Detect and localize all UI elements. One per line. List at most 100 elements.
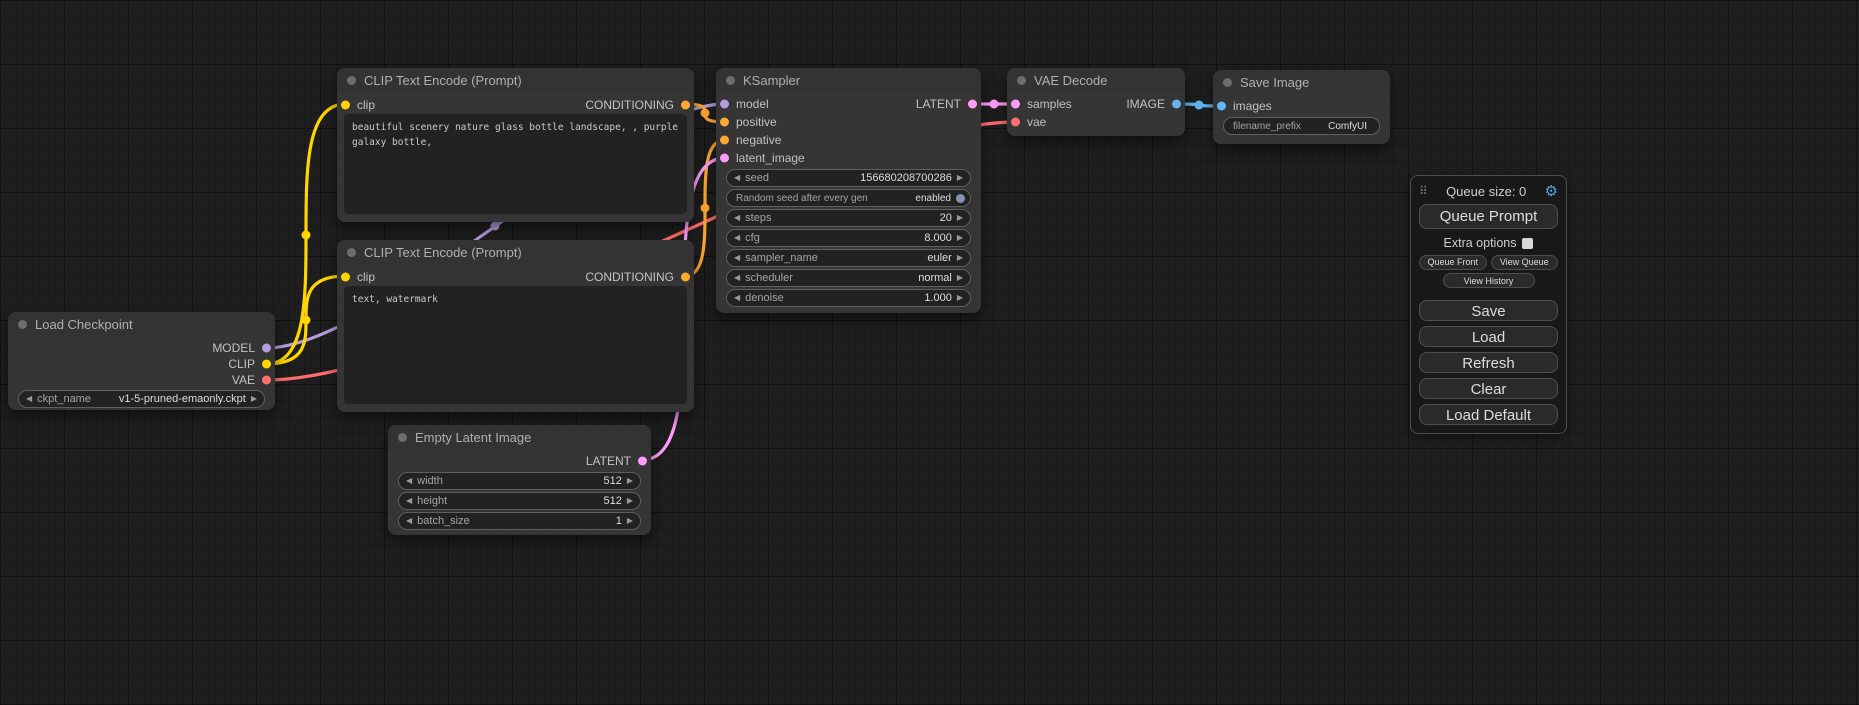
node-title-bar[interactable]: CLIP Text Encode (Prompt) <box>337 68 694 92</box>
clear-button[interactable]: Clear <box>1419 378 1558 399</box>
view-queue-button[interactable]: View Queue <box>1491 255 1559 270</box>
input-slot-clip[interactable] <box>341 273 350 282</box>
load-default-button[interactable]: Load Default <box>1419 404 1558 425</box>
decrement-arrow-icon[interactable]: ◀ <box>734 254 740 262</box>
widget-value: 512 <box>603 495 621 507</box>
input-slot-model[interactable] <box>720 100 729 109</box>
increment-arrow-icon[interactable]: ▶ <box>957 254 963 262</box>
toggle-on-dot-icon[interactable] <box>956 194 965 203</box>
increment-arrow-icon[interactable]: ▶ <box>251 395 257 403</box>
node-vae-decode[interactable]: VAE Decode samples IMAGE vae <box>1007 68 1185 136</box>
node-title-bar[interactable]: VAE Decode <box>1007 68 1185 92</box>
node-title: VAE Decode <box>1034 73 1107 88</box>
collapse-dot-icon[interactable] <box>18 320 27 329</box>
decrement-arrow-icon[interactable]: ◀ <box>734 274 740 282</box>
node-load-checkpoint[interactable]: Load Checkpoint MODEL CLIP VAE ◀ ckpt_na… <box>8 312 275 410</box>
steps-widget[interactable]: ◀ steps 20 ▶ <box>726 209 971 227</box>
batch-size-widget[interactable]: ◀ batch_size 1 ▶ <box>398 512 641 530</box>
node-title-bar[interactable]: CLIP Text Encode (Prompt) <box>337 240 694 264</box>
cfg-widget[interactable]: ◀ cfg 8.000 ▶ <box>726 229 971 247</box>
increment-arrow-icon[interactable]: ▶ <box>957 294 963 302</box>
prompt-textarea[interactable]: text, watermark <box>344 286 687 404</box>
seed-widget[interactable]: ◀ seed 156680208700286 ▶ <box>726 169 971 187</box>
node-graph-canvas[interactable]: Load Checkpoint MODEL CLIP VAE ◀ ckpt_na… <box>0 0 1859 705</box>
input-slot-positive[interactable] <box>720 118 729 127</box>
node-title-bar[interactable]: KSampler <box>716 68 981 92</box>
widget-value: 512 <box>603 475 621 487</box>
prompt-textarea[interactable]: beautiful scenery nature glass bottle la… <box>344 114 687 214</box>
refresh-button[interactable]: Refresh <box>1419 352 1558 373</box>
increment-arrow-icon[interactable]: ▶ <box>957 214 963 222</box>
node-title-bar[interactable]: Save Image <box>1213 70 1390 94</box>
decrement-arrow-icon[interactable]: ◀ <box>406 477 412 485</box>
decrement-arrow-icon[interactable]: ◀ <box>734 174 740 182</box>
queue-prompt-button[interactable]: Queue Prompt <box>1419 204 1558 229</box>
output-slot-conditioning[interactable] <box>681 273 690 282</box>
increment-arrow-icon[interactable]: ▶ <box>627 497 633 505</box>
slot-row: clip CONDITIONING <box>337 267 694 287</box>
collapse-dot-icon[interactable] <box>726 76 735 85</box>
increment-arrow-icon[interactable]: ▶ <box>627 477 633 485</box>
queue-front-button[interactable]: Queue Front <box>1419 255 1487 270</box>
output-label-latent: LATENT <box>916 97 961 111</box>
output-slot-model[interactable] <box>262 344 271 353</box>
input-slot-negative[interactable] <box>720 136 729 145</box>
collapse-dot-icon[interactable] <box>398 433 407 442</box>
extra-options-checkbox[interactable] <box>1522 238 1533 249</box>
input-slot-images[interactable] <box>1217 102 1226 111</box>
output-slot-clip[interactable] <box>262 360 271 369</box>
denoise-widget[interactable]: ◀ denoise 1.000 ▶ <box>726 289 971 307</box>
slot-rows: model LATENT positive negative latent_im… <box>716 92 981 307</box>
collapse-dot-icon[interactable] <box>347 248 356 257</box>
input-slot-clip[interactable] <box>341 101 350 110</box>
output-slot-vae[interactable] <box>262 376 271 385</box>
node-title-bar[interactable]: Empty Latent Image <box>388 425 651 449</box>
width-widget[interactable]: ◀ width 512 ▶ <box>398 472 641 490</box>
decrement-arrow-icon[interactable]: ◀ <box>734 234 740 242</box>
output-slot-latent[interactable] <box>968 100 977 109</box>
node-clip-text-encode-negative[interactable]: CLIP Text Encode (Prompt) clip CONDITION… <box>337 240 694 412</box>
widget-name: batch_size <box>417 515 470 527</box>
decrement-arrow-icon[interactable]: ◀ <box>26 395 32 403</box>
widget-value: euler <box>927 252 951 264</box>
increment-arrow-icon[interactable]: ▶ <box>957 234 963 242</box>
queue-panel-header: ⠿ Queue size: 0 ⚙ <box>1419 182 1558 200</box>
decrement-arrow-icon[interactable]: ◀ <box>734 214 740 222</box>
decrement-arrow-icon[interactable]: ◀ <box>406 517 412 525</box>
settings-gear-icon[interactable]: ⚙ <box>1545 184 1558 199</box>
load-button[interactable]: Load <box>1419 326 1558 347</box>
sampler-name-widget[interactable]: ◀ sampler_name euler ▶ <box>726 249 971 267</box>
node-title-bar[interactable]: Load Checkpoint <box>8 312 275 336</box>
scheduler-widget[interactable]: ◀ scheduler normal ▶ <box>726 269 971 287</box>
increment-arrow-icon[interactable]: ▶ <box>627 517 633 525</box>
height-widget[interactable]: ◀ height 512 ▶ <box>398 492 641 510</box>
slot-row: vae <box>1007 113 1185 131</box>
random-seed-toggle-widget[interactable]: Random seed after every gen enabled <box>726 189 971 207</box>
node-empty-latent-image[interactable]: Empty Latent Image LATENT ◀ width 512 ▶ … <box>388 425 651 535</box>
increment-arrow-icon[interactable]: ▶ <box>957 174 963 182</box>
collapse-dot-icon[interactable] <box>347 76 356 85</box>
input-slot-samples[interactable] <box>1011 100 1020 109</box>
ckpt-name-widget[interactable]: ◀ ckpt_name v1-5-pruned-emaonly.ckpt ▶ <box>18 390 265 408</box>
decrement-arrow-icon[interactable]: ◀ <box>734 294 740 302</box>
view-history-button[interactable]: View History <box>1443 273 1535 288</box>
node-ksampler[interactable]: KSampler model LATENT positive negative … <box>716 68 981 313</box>
decrement-arrow-icon[interactable]: ◀ <box>406 497 412 505</box>
input-slot-latent-image[interactable] <box>720 154 729 163</box>
collapse-dot-icon[interactable] <box>1017 76 1026 85</box>
input-slot-vae[interactable] <box>1011 118 1020 127</box>
node-clip-text-encode-positive[interactable]: CLIP Text Encode (Prompt) clip CONDITION… <box>337 68 694 222</box>
save-button[interactable]: Save <box>1419 300 1558 321</box>
slot-rows: LATENT ◀ width 512 ▶ ◀ height 512 ▶ ◀ ba… <box>388 449 651 530</box>
output-slot-image[interactable] <box>1172 100 1181 109</box>
slot-rows: samples IMAGE vae <box>1007 92 1185 131</box>
wire-dot-conditioning-positive <box>701 109 710 118</box>
output-slot-latent[interactable] <box>638 457 647 466</box>
filename-prefix-widget[interactable]: filename_prefix ComfyUI <box>1223 117 1380 135</box>
increment-arrow-icon[interactable]: ▶ <box>957 274 963 282</box>
drag-handle-icon[interactable]: ⠿ <box>1419 184 1428 198</box>
node-save-image[interactable]: Save Image images filename_prefix ComfyU… <box>1213 70 1390 144</box>
output-slot-conditioning[interactable] <box>681 101 690 110</box>
collapse-dot-icon[interactable] <box>1223 78 1232 87</box>
slot-rows: images filename_prefix ComfyUI <box>1213 94 1390 135</box>
